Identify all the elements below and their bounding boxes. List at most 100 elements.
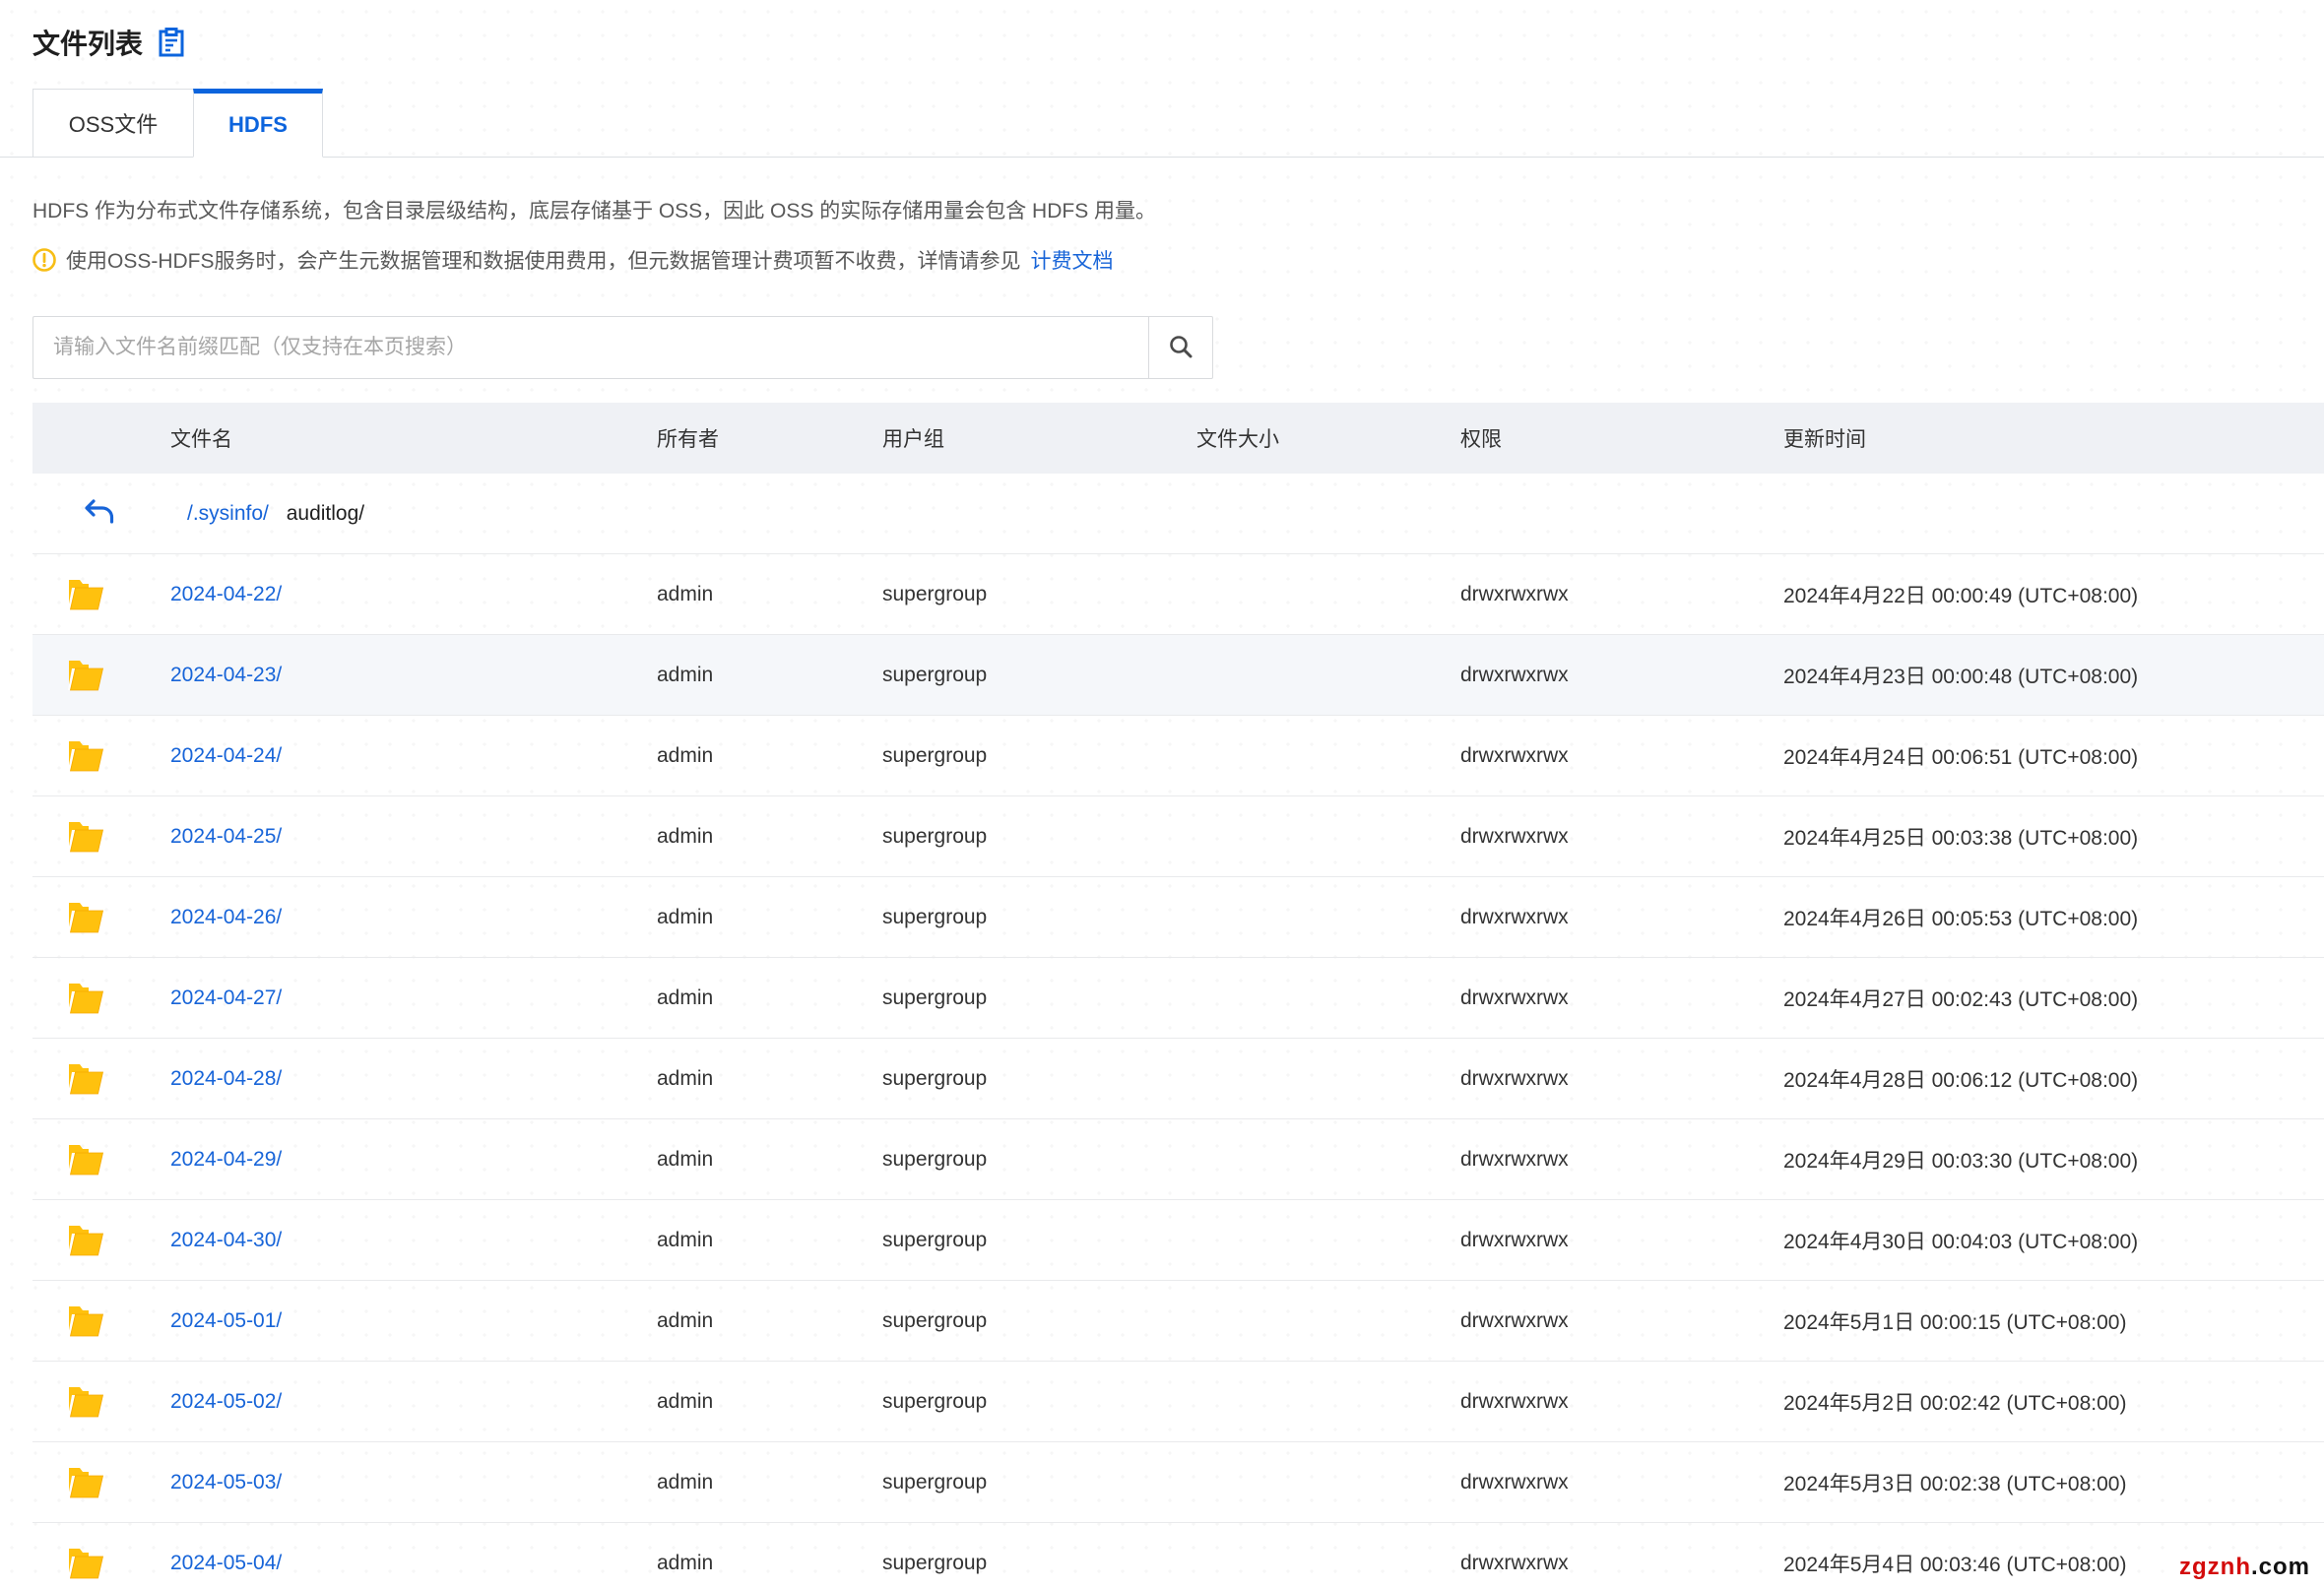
watermark: zgznh.com [2179,1554,2310,1581]
table-row: 2024-04-30/ admin supergroup drwxrwxrwx … [32,1200,2324,1281]
billing-notice: 使用OSS-HDFS服务时，会产生元数据管理和数据使用费用，但元数据管理计费项暂… [32,245,2324,275]
permission-cell: drwxrwxrwx [1460,1229,1783,1252]
file-name-cell: 2024-04-29/ [170,1148,657,1172]
col-updated: 更新时间 [1783,423,2324,453]
row-icon-cell [32,1142,170,1177]
back-arrow-icon [84,498,115,529]
owner-cell: admin [657,1471,882,1494]
permission-cell: drwxrwxrwx [1460,1552,1783,1575]
permission-cell: drwxrwxrwx [1460,583,1783,606]
permission-cell: drwxrwxrwx [1460,825,1783,849]
folder-icon [65,900,106,935]
folder-icon [65,1465,106,1500]
col-filename: 文件名 [170,423,657,453]
file-name-cell: 2024-04-26/ [170,906,657,929]
updated-cell: 2024年4月30日 00:04:03 (UTC+08:00) [1783,1226,2324,1255]
file-name-cell: 2024-05-03/ [170,1471,657,1494]
folder-link[interactable]: 2024-04-28/ [170,1067,282,1090]
table-row: 2024-04-25/ admin supergroup drwxrwxrwx … [32,796,2324,877]
file-name-cell: 2024-05-02/ [170,1390,657,1414]
table-row: 2024-04-26/ admin supergroup drwxrwxrwx … [32,877,2324,958]
search-icon [1168,334,1194,362]
owner-cell: admin [657,1148,882,1172]
folder-link[interactable]: 2024-04-29/ [170,1148,282,1171]
table-row: 2024-05-04/ admin supergroup drwxrwxrwx … [32,1523,2324,1589]
row-icon-cell [32,1465,170,1500]
row-icon-cell [32,1546,170,1581]
tab-oss-files[interactable]: OSS文件 [32,89,193,158]
file-name-cell: 2024-04-28/ [170,1067,657,1091]
folder-link[interactable]: 2024-05-04/ [170,1552,282,1574]
folder-icon [65,1223,106,1258]
permission-cell: drwxrwxrwx [1460,744,1783,768]
tab-hdfs-label: HDFS [228,112,288,138]
search-input[interactable] [32,316,1148,379]
watermark-brand: zgznh [2179,1554,2251,1580]
warning-icon [32,248,56,272]
folder-icon [65,577,106,612]
permission-cell: drwxrwxrwx [1460,1067,1783,1091]
folder-icon [65,981,106,1016]
file-name-cell: 2024-04-24/ [170,744,657,768]
file-name-cell: 2024-04-25/ [170,825,657,849]
folder-icon [65,1303,106,1339]
file-name-cell: 2024-04-30/ [170,1229,657,1252]
folder-link[interactable]: 2024-04-30/ [170,1229,282,1251]
table-row: 2024-05-03/ admin supergroup drwxrwxrwx … [32,1442,2324,1523]
folder-link[interactable]: 2024-04-26/ [170,906,282,928]
table-row: 2024-04-24/ admin supergroup drwxrwxrwx … [32,716,2324,796]
owner-cell: admin [657,1309,882,1333]
table-row: 2024-04-29/ admin supergroup drwxrwxrwx … [32,1119,2324,1200]
row-icon-cell [32,1061,170,1097]
row-icon-cell [32,1303,170,1339]
table-row: 2024-05-02/ admin supergroup drwxrwxrwx … [32,1362,2324,1442]
breadcrumb-icon-cell [32,498,170,529]
owner-cell: admin [657,744,882,768]
row-icon-cell [32,738,170,774]
folder-link[interactable]: 2024-04-25/ [170,825,282,848]
owner-cell: admin [657,583,882,606]
search-bar [32,316,1213,379]
group-cell: supergroup [882,1067,1196,1091]
row-icon-cell [32,658,170,693]
folder-icon [65,1142,106,1177]
group-cell: supergroup [882,825,1196,849]
updated-cell: 2024年4月29日 00:03:30 (UTC+08:00) [1783,1145,2324,1175]
group-cell: supergroup [882,1309,1196,1333]
back-button[interactable] [84,498,115,529]
folder-link[interactable]: 2024-04-24/ [170,744,282,767]
folder-link[interactable]: 2024-05-03/ [170,1471,282,1494]
file-name-cell: 2024-05-04/ [170,1552,657,1575]
search-button[interactable] [1148,316,1213,379]
folder-icon [65,1061,106,1097]
permission-cell: drwxrwxrwx [1460,1390,1783,1414]
billing-doc-link[interactable]: 计费文档 [1031,245,1114,275]
breadcrumb-parent-link[interactable]: /.sysinfo/ [187,502,269,525]
folder-link[interactable]: 2024-05-02/ [170,1390,282,1413]
file-name-cell: 2024-04-23/ [170,664,657,687]
group-cell: supergroup [882,1471,1196,1494]
folder-icon [65,658,106,693]
file-name-cell: 2024-04-22/ [170,583,657,606]
group-cell: supergroup [882,744,1196,768]
updated-cell: 2024年5月3日 00:02:38 (UTC+08:00) [1783,1468,2324,1497]
folder-icon [65,819,106,855]
breadcrumb-current: auditlog/ [287,502,364,525]
folder-link[interactable]: 2024-04-27/ [170,986,282,1009]
folder-link[interactable]: 2024-04-22/ [170,583,282,605]
folder-link[interactable]: 2024-04-23/ [170,664,282,686]
row-icon-cell [32,1384,170,1420]
table-header: 文件名 所有者 用户组 文件大小 权限 更新时间 [32,403,2324,474]
updated-cell: 2024年5月1日 00:00:15 (UTC+08:00) [1783,1306,2324,1336]
table-row: 2024-04-27/ admin supergroup drwxrwxrwx … [32,958,2324,1039]
group-cell: supergroup [882,1390,1196,1414]
tab-hdfs[interactable]: HDFS [193,89,323,158]
clipboard-icon[interactable] [159,28,184,57]
group-cell: supergroup [882,583,1196,606]
updated-cell: 2024年4月26日 00:05:53 (UTC+08:00) [1783,903,2324,932]
group-cell: supergroup [882,1552,1196,1575]
group-cell: supergroup [882,1229,1196,1252]
owner-cell: admin [657,906,882,929]
updated-cell: 2024年4月24日 00:06:51 (UTC+08:00) [1783,741,2324,771]
folder-link[interactable]: 2024-05-01/ [170,1309,282,1332]
